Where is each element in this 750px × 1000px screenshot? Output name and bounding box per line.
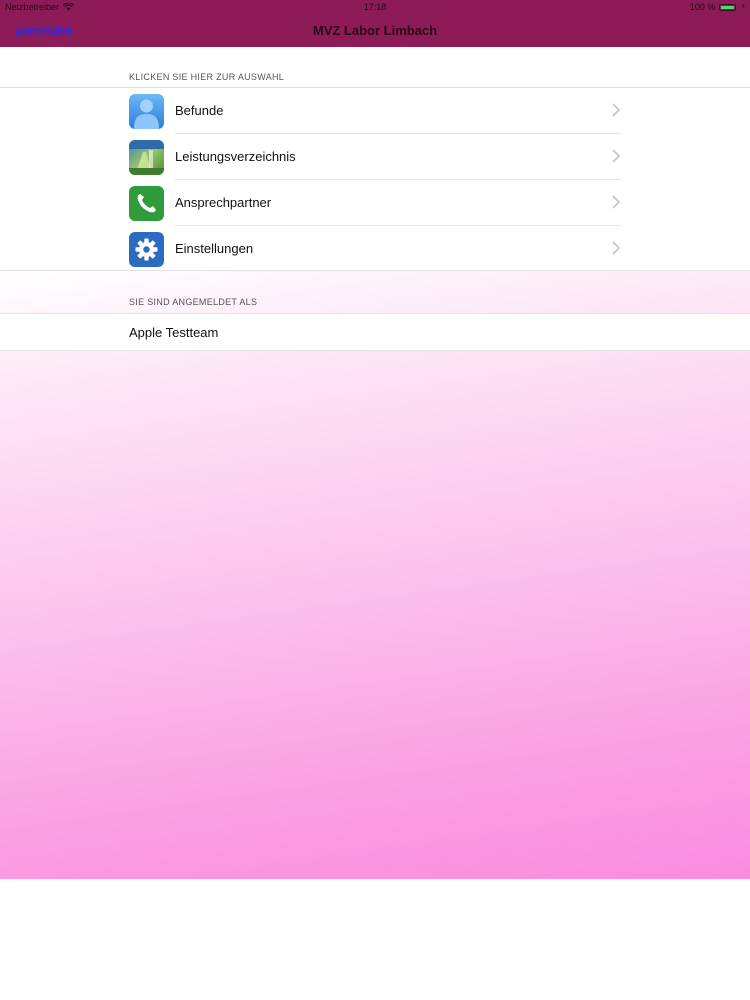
menu-item-ansprechpartner[interactable]: Ansprechpartner (129, 180, 621, 226)
user-section-header: SIE SIND ANGEMELDET ALS (129, 297, 258, 307)
header: Netzbetreiber 17:18 100 % ⚡ abmelden MVZ… (0, 0, 750, 47)
menu-item-einstellungen[interactable]: Einstellungen (129, 226, 621, 272)
battery-fill (721, 5, 735, 9)
battery-percent: 100 % (689, 2, 716, 12)
status-bar: Netzbetreiber 17:18 100 % ⚡ (0, 0, 750, 14)
app-screen: Netzbetreiber 17:18 100 % ⚡ abmelden MVZ… (0, 0, 750, 1000)
gear-icon (129, 232, 164, 267)
menu-section-header: KLICKEN SIE HIER ZUR AUSWAHL (129, 72, 285, 82)
chevron-right-icon (612, 195, 621, 209)
page-title: MVZ Labor Limbach (312, 23, 438, 38)
menu-item-label: Einstellungen (175, 241, 254, 256)
phone-icon (129, 186, 164, 221)
user-row: Apple Testteam (0, 313, 750, 351)
background-gradient (0, 271, 750, 879)
menu-list: Befunde Leistungsverzeichnis Ansprechpar… (0, 87, 750, 271)
menu-item-label: Befunde (175, 103, 224, 118)
status-right: 100 % ⚡ (690, 0, 746, 14)
lab-photo-icon (129, 140, 164, 175)
menu-item-leistungsverzeichnis[interactable]: Leistungsverzeichnis (129, 134, 621, 180)
navigation-bar: abmelden MVZ Labor Limbach (0, 14, 750, 47)
charging-icon: ⚡ (740, 2, 746, 11)
menu-item-befunde[interactable]: Befunde (129, 88, 621, 134)
menu-item-label: Leistungsverzeichnis (175, 149, 296, 164)
chevron-right-icon (612, 149, 621, 163)
chevron-right-icon (612, 241, 621, 255)
status-time: 17:18 (363, 2, 387, 12)
menu-item-label: Ansprechpartner (175, 195, 272, 210)
person-icon (129, 94, 164, 129)
battery-icon (719, 3, 737, 11)
chevron-right-icon (612, 103, 621, 117)
user-name: Apple Testteam (129, 325, 219, 340)
